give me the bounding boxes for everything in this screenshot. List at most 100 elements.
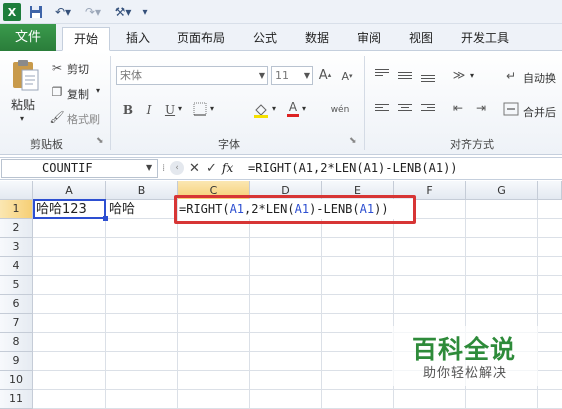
orientation-dropdown-icon[interactable]: ▾ <box>470 71 474 80</box>
row-header[interactable]: 4 <box>0 257 33 276</box>
column-header-a[interactable]: A <box>33 181 106 200</box>
excel-icon[interactable]: X <box>3 3 21 21</box>
reference-handle <box>103 216 108 221</box>
customize-icon[interactable]: ▾ <box>140 3 150 21</box>
tab-data[interactable]: 数据 <box>296 27 338 51</box>
undo-icon[interactable]: ↶▾ <box>52 3 74 21</box>
align-right-icon[interactable] <box>421 104 435 115</box>
paste-dropdown-icon[interactable]: ▾ <box>20 114 24 123</box>
tab-page-layout[interactable]: 页面布局 <box>168 27 234 51</box>
select-all-corner[interactable] <box>0 181 33 200</box>
enter-button[interactable]: ✓ <box>206 159 217 178</box>
merge-center-button[interactable]: 合并后 <box>523 104 556 120</box>
row-header[interactable]: 8 <box>0 333 33 352</box>
copy-button[interactable]: 复制 <box>67 86 89 102</box>
italic-button[interactable]: I <box>142 102 156 118</box>
row-header[interactable]: 11 <box>0 390 33 409</box>
column-header-g[interactable]: G <box>466 181 538 200</box>
formula-buttons: ⁞ ‹ ✕ ✓ fx <box>162 159 240 178</box>
wrap-text-icon: ↵ <box>505 69 517 83</box>
watermark-subtitle: 助你轻松解决 <box>423 366 508 381</box>
font-color-icon[interactable]: A <box>286 100 300 118</box>
align-bottom-icon[interactable] <box>421 75 435 86</box>
underline-dropdown-icon[interactable]: ▾ <box>178 104 182 113</box>
shrink-font-icon[interactable]: A ▾ <box>340 69 354 83</box>
row-header[interactable]: 5 <box>0 276 33 295</box>
tab-review[interactable]: 审阅 <box>348 27 390 51</box>
bold-button[interactable]: B <box>121 102 135 118</box>
decrease-indent-icon[interactable]: ⇤ <box>450 100 466 116</box>
tab-formulas[interactable]: 公式 <box>244 27 286 51</box>
copy-dropdown-icon[interactable]: ▾ <box>96 86 100 95</box>
gridline <box>105 200 106 409</box>
insert-function-button[interactable]: fx <box>222 159 233 178</box>
tab-developer[interactable]: 开发工具 <box>452 27 518 51</box>
column-header-b[interactable]: B <box>106 181 178 200</box>
tab-insert[interactable]: 插入 <box>116 27 160 51</box>
chevron-down-icon: ▼ <box>303 71 310 80</box>
merge-center-icon <box>503 101 519 117</box>
tab-file[interactable]: 文件 <box>0 24 56 51</box>
align-center-icon[interactable] <box>398 104 412 115</box>
align-middle-icon[interactable] <box>398 72 412 83</box>
row-header[interactable]: 6 <box>0 295 33 314</box>
font-name-value: 宋体 <box>120 69 142 82</box>
formula-input[interactable]: =RIGHT(A1,2*LEN(A1)-LENB(A1)) <box>246 159 562 178</box>
wrap-text-button[interactable]: 自动换 <box>523 70 556 86</box>
phonetic-guide-icon[interactable]: wén <box>327 101 353 119</box>
borders-dropdown-icon[interactable]: ▾ <box>210 104 214 113</box>
font-color-button: A <box>288 100 298 114</box>
alignment-group-title: 对齐方式 <box>450 138 494 151</box>
font-color-dropdown-icon[interactable]: ▾ <box>302 104 306 113</box>
name-box-dropdown-icon[interactable]: ▼ <box>146 163 152 172</box>
tab-home[interactable]: 开始 <box>62 27 110 51</box>
format-painter-icon: 🖌 <box>49 110 65 124</box>
watermark-title: 百科全说 <box>412 335 517 364</box>
gridline <box>33 237 562 238</box>
cut-icon: ✂ <box>51 61 63 75</box>
paste-button[interactable]: 粘贴 <box>11 96 35 113</box>
row-header[interactable]: 7 <box>0 314 33 333</box>
font-size-value: 11 <box>275 69 289 82</box>
underline-button[interactable]: U <box>163 102 177 118</box>
gridline <box>177 200 178 409</box>
cell-b1[interactable]: 哈哈 <box>107 200 177 219</box>
font-color-swatch <box>287 114 299 117</box>
tab-view[interactable]: 视图 <box>400 27 442 51</box>
row-header[interactable]: 10 <box>0 371 33 390</box>
font-launcher-icon[interactable]: ⬊ <box>349 136 357 146</box>
row-header[interactable]: 1 <box>0 200 33 219</box>
font-name-select[interactable]: 宋体 ▼ <box>116 66 268 85</box>
font-size-select[interactable]: 11 ▼ <box>271 66 313 85</box>
cut-button[interactable]: 剪切 <box>67 61 89 77</box>
collapse-icon[interactable]: ‹ <box>170 161 184 175</box>
grow-font-icon[interactable]: A ▴ <box>318 67 332 83</box>
gridline <box>33 313 562 314</box>
increase-indent-icon[interactable]: ⇥ <box>473 100 489 116</box>
redo-icon[interactable]: ↷▾ <box>82 3 104 21</box>
align-left-icon[interactable] <box>375 104 389 115</box>
clipboard-launcher-icon[interactable]: ⬊ <box>96 136 104 146</box>
cancel-button[interactable]: ✕ <box>189 159 200 178</box>
align-top-icon[interactable] <box>375 69 389 80</box>
gridline <box>33 389 562 390</box>
save-icon[interactable] <box>28 3 44 21</box>
orientation-icon[interactable]: ≫ <box>450 67 468 83</box>
gridline <box>33 275 562 276</box>
annotation-highlight-box <box>174 195 416 224</box>
fill-color-dropdown-icon[interactable]: ▾ <box>272 104 276 113</box>
quick-access-toolbar: X ↶▾ ↷▾ ⚒▾ ▾ <box>0 0 562 24</box>
row-header[interactable]: 2 <box>0 219 33 238</box>
format-painter-button[interactable]: 格式刷 <box>67 111 100 127</box>
gridline <box>33 294 562 295</box>
row-header[interactable]: 9 <box>0 352 33 371</box>
row-header[interactable]: 3 <box>0 238 33 257</box>
name-box[interactable]: COUNTIF <box>1 159 158 178</box>
column-header-h[interactable] <box>538 181 562 200</box>
gridline <box>33 256 562 257</box>
chevron-down-icon: ▼ <box>258 71 265 80</box>
tools-icon[interactable]: ⚒▾ <box>112 3 134 21</box>
paste-icon[interactable] <box>8 58 42 92</box>
fill-color-icon[interactable] <box>252 101 270 119</box>
borders-icon[interactable] <box>192 101 208 117</box>
